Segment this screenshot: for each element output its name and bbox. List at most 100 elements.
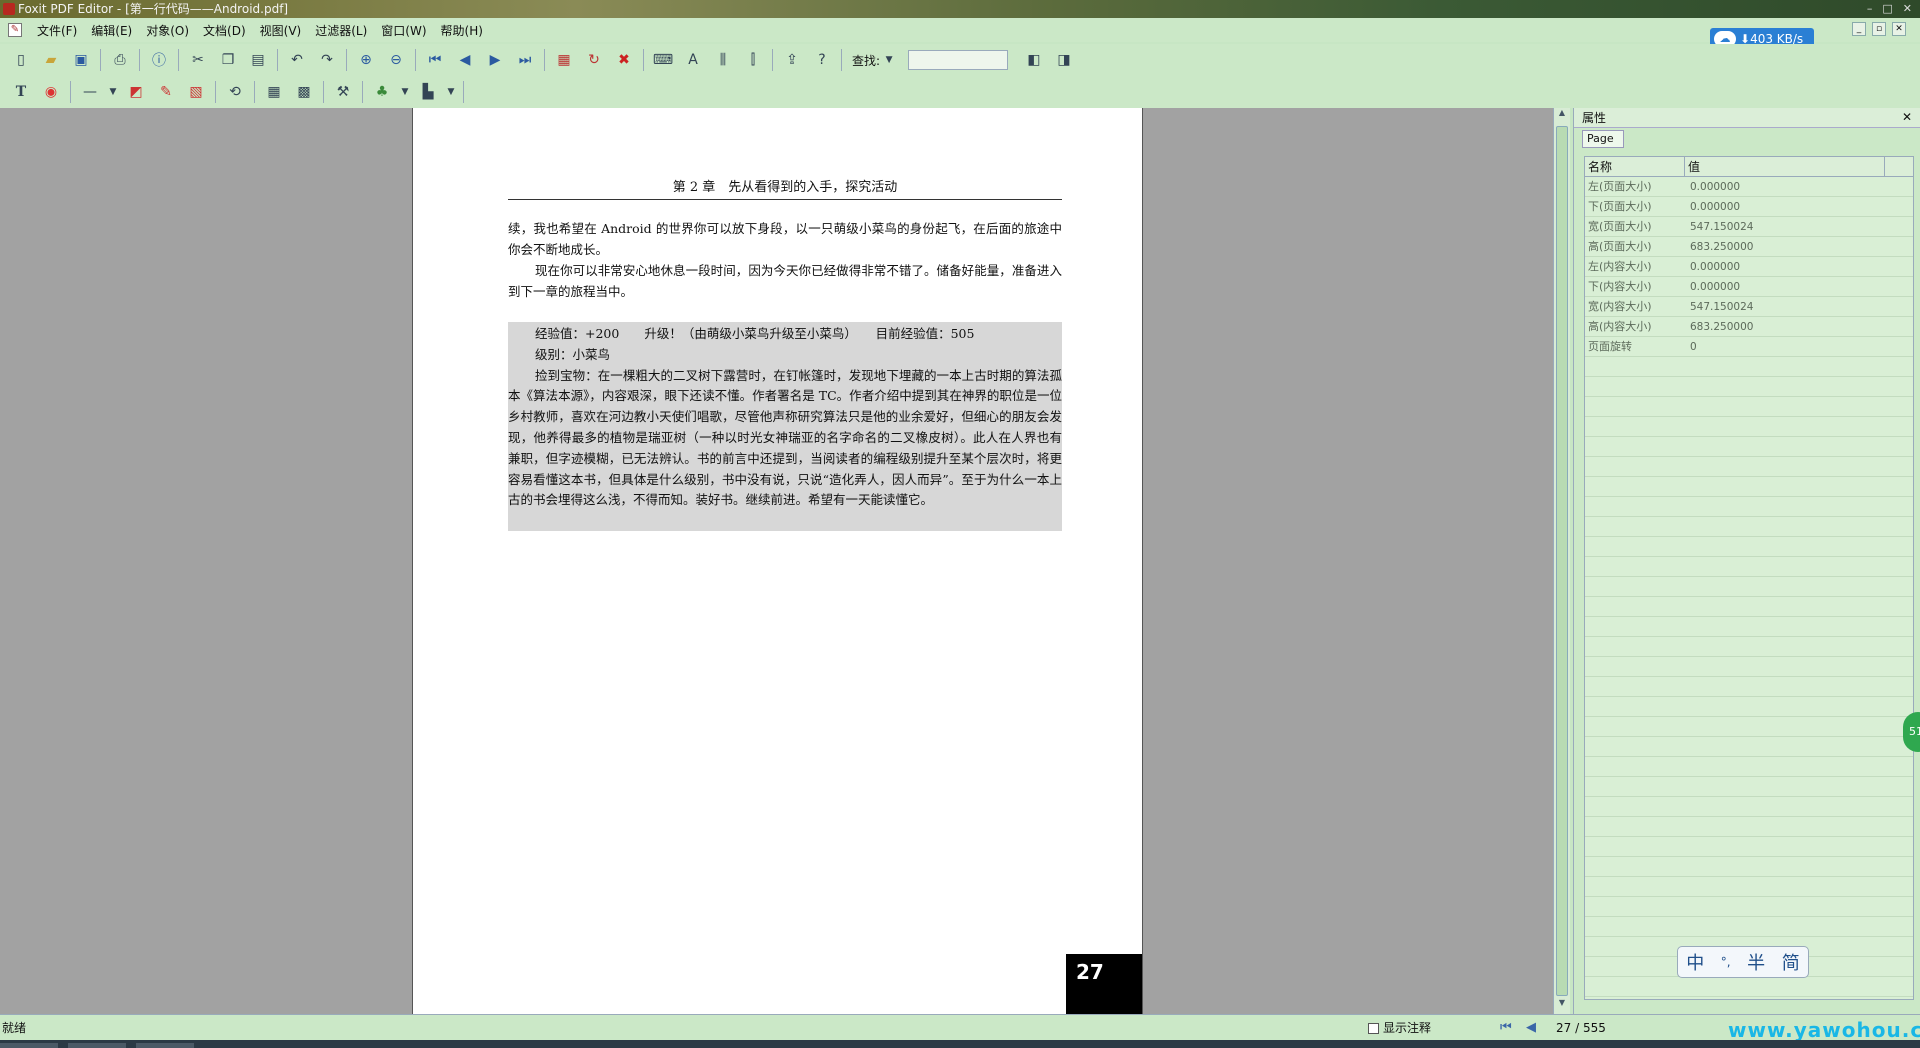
ime-halfwidth-toggle[interactable]: 半 [1747,949,1765,975]
previous-page-icon[interactable]: ◀ [453,48,477,72]
property-value[interactable]: 0.000000 [1685,197,1885,217]
taskbar-item[interactable] [67,1043,126,1048]
arrange-icon[interactable]: ▙ [416,80,440,104]
text-tool-icon[interactable]: T [9,80,33,104]
property-row[interactable]: 宽(页面大小) 547.150024 [1585,217,1913,237]
property-row[interactable]: 下(内容大小) 0.000000 [1585,277,1913,297]
fill-dropdown-icon[interactable]: ▼ [400,80,410,104]
search-options-dropdown-icon[interactable]: ▼ [883,48,895,72]
fill-color-icon[interactable]: ♣ [370,80,394,104]
open-folder-icon[interactable]: ▰ [39,48,63,72]
line-dropdown-icon[interactable]: ▼ [108,80,118,104]
shape-tool-icon[interactable]: ◩ [124,80,148,104]
menu-document[interactable]: 文档(D) [196,22,253,39]
color-wheel-icon[interactable]: ◉ [39,80,63,104]
show-annotations-checkbox[interactable]: 显示注释 [1368,1015,1431,1041]
align-icon[interactable]: ⫼ [711,48,735,72]
property-value[interactable]: 547.150024 [1685,297,1885,317]
delete-page-icon[interactable]: ✖ [612,48,636,72]
ungroup-icon[interactable]: ▩ [292,80,316,104]
scroll-down-icon[interactable]: ▼ [1554,998,1570,1014]
search-input[interactable] [908,50,1009,70]
redo-icon[interactable]: ↷ [315,48,339,72]
property-row[interactable]: 宽(内容大小) 547.150024 [1585,297,1913,317]
export-icon[interactable]: ⇪ [780,48,804,72]
floating-widget[interactable]: 51 [1903,712,1920,752]
property-value[interactable]: 0.000000 [1685,177,1885,197]
status-first-page-icon[interactable]: ⏮ [1500,1015,1512,1041]
pdf-page[interactable]: 第 2 章 先从看得到的入手，探究活动 续，我也希望在 Android 的世界你… [412,108,1143,1014]
next-page-icon[interactable]: ▶ [483,48,507,72]
menu-view[interactable]: 视图(V) [253,22,309,39]
copy-icon[interactable]: ❐ [216,48,240,72]
image-tool-icon[interactable]: ▧ [184,80,208,104]
columns-icon[interactable]: ⫿ [741,48,765,72]
minimize-button[interactable]: – [1867,0,1873,18]
doc-close-button[interactable]: ✕ [1892,22,1906,36]
print-icon[interactable]: ⎙ [108,48,132,72]
line-tool-icon[interactable]: — [78,80,102,104]
rotate-page-icon[interactable]: ↻ [582,48,606,72]
doc-minimize-button[interactable]: _ [1852,22,1866,36]
new-file-icon[interactable]: ▯ [9,48,33,72]
property-row[interactable]: 左(页面大小) 0.000000 [1585,177,1913,197]
property-row[interactable]: 页面旋转 0 [1585,337,1913,357]
property-value[interactable]: 0.000000 [1685,257,1885,277]
checkbox-icon[interactable] [1368,1022,1379,1034]
menu-window[interactable]: 窗口(W) [374,22,433,39]
keyboard-icon[interactable]: ⌨ [651,48,675,72]
transform-icon[interactable]: ⟲ [223,80,247,104]
property-value[interactable]: 0 [1685,337,1885,357]
document-menu-icon[interactable]: ✎ [8,23,22,37]
zoom-in-icon[interactable]: ⊕ [354,48,378,72]
arrange-dropdown-icon[interactable]: ▼ [446,80,456,104]
close-button[interactable]: ✕ [1903,0,1912,18]
page-counter[interactable]: 27 / 555 [1556,1015,1606,1041]
property-value[interactable]: 683.250000 [1685,317,1885,337]
page-properties-icon[interactable]: ▦ [552,48,576,72]
paragraph[interactable]: 续，我也希望在 Android 的世界你可以放下身段，以一只萌级小菜鸟的身份起飞… [508,218,1062,260]
scrollbar-thumb[interactable] [1556,126,1568,996]
property-value[interactable]: 683.250000 [1685,237,1885,257]
doc-restore-button[interactable]: ▫ [1872,22,1886,36]
first-page-icon[interactable]: ⏮ [423,48,447,72]
edit-object-icon[interactable]: ✎ [154,80,178,104]
property-row[interactable]: 左(内容大小) 0.000000 [1585,257,1913,277]
taskbar-item[interactable] [0,1043,58,1048]
menu-object[interactable]: 对象(O) [139,22,196,39]
zoom-out-icon[interactable]: ⊖ [384,48,408,72]
tab-page[interactable]: Page [1582,130,1624,148]
last-page-icon[interactable]: ⏭ [513,48,537,72]
column-header-value[interactable]: 值 [1685,157,1885,176]
info-icon[interactable]: ⓘ [147,48,171,72]
menu-edit[interactable]: 编辑(E) [84,22,139,39]
group-icon[interactable]: ▦ [262,80,286,104]
status-previous-page-icon[interactable]: ◀ [1526,1015,1536,1041]
taskbar-item[interactable] [135,1043,194,1048]
property-value[interactable]: 547.150024 [1685,217,1885,237]
menu-help[interactable]: 帮助(H) [434,22,490,39]
text-format-icon[interactable]: A [681,48,705,72]
menu-file[interactable]: 文件(F) [30,22,84,39]
property-row[interactable]: 高(内容大小) 683.250000 [1585,317,1913,337]
property-value[interactable]: 0.000000 [1685,277,1885,297]
save-icon[interactable]: ▣ [69,48,93,72]
ime-simplified-toggle[interactable]: 简 [1782,949,1800,975]
column-header-name[interactable]: 名称 [1585,157,1685,176]
help-icon[interactable]: ? [810,48,834,72]
find-next-icon[interactable]: ◨ [1052,48,1076,72]
paste-icon[interactable]: ▤ [246,48,270,72]
property-row[interactable]: 高(页面大小) 683.250000 [1585,237,1913,257]
close-icon[interactable]: ✕ [1902,110,1912,124]
paragraph[interactable]: 现在你可以非常安心地休息一段时间，因为今天你已经做得非常不错了。储备好能量，准备… [508,260,1062,302]
tools-icon[interactable]: ⚒ [331,80,355,104]
ime-chinese-toggle[interactable]: 中 [1686,949,1704,975]
menu-filter[interactable]: 过滤器(L) [308,22,374,39]
property-row[interactable]: 下(页面大小) 0.000000 [1585,197,1913,217]
experience-box[interactable]: 经验值：+200 升级！（由萌级小菜鸟升级至小菜鸟） 目前经验值：505 级别：… [508,322,1062,531]
find-previous-icon[interactable]: ◧ [1022,48,1046,72]
ime-punctuation-toggle[interactable]: °, [1721,955,1731,969]
scroll-up-icon[interactable]: ▲ [1554,108,1570,124]
vertical-scrollbar[interactable]: ▲ ▼ [1553,108,1570,1014]
undo-icon[interactable]: ↶ [285,48,309,72]
